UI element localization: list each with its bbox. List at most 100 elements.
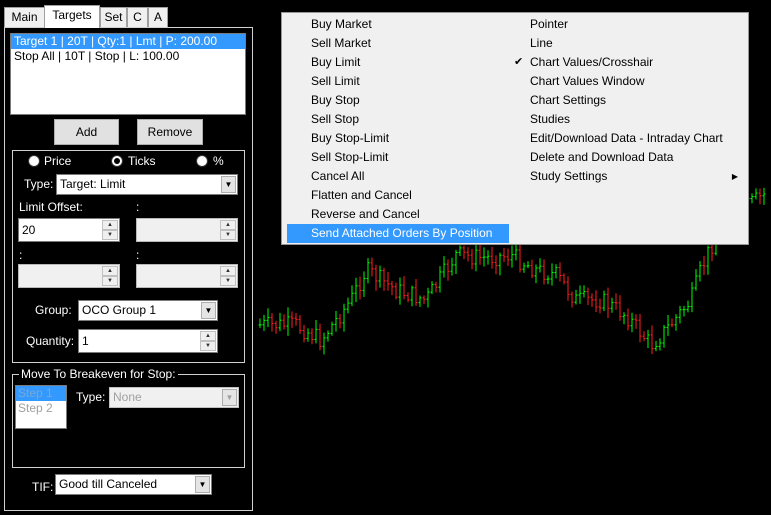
menu-item-study-settings[interactable]: Study Settings ▶ [506, 167, 746, 186]
quantity-value: 1 [82, 334, 89, 348]
price-bar [594, 290, 598, 313]
price-bar [486, 250, 490, 265]
price-bar [438, 266, 442, 293]
order-row-stop-all[interactable]: Stop All | 10T | Stop | L: 100.00 [11, 49, 245, 64]
colon-label-1: : [136, 200, 140, 214]
menu-item-buy-limit[interactable]: Buy Limit [287, 53, 507, 72]
menu-item-flatten-and-cancel[interactable]: Flatten and Cancel [287, 186, 507, 205]
menu-item-pointer[interactable]: Pointer [506, 15, 746, 34]
type-label: Type: [24, 177, 54, 191]
price-bar [702, 255, 706, 276]
price-bar [558, 262, 562, 282]
price-bar [682, 305, 686, 317]
price-bar [334, 310, 338, 332]
tab-set[interactable]: Set [100, 7, 127, 27]
price-bar [510, 245, 514, 268]
menu-item-buy-stop-limit[interactable]: Buy Stop-Limit [287, 129, 507, 148]
price-bar [534, 264, 538, 284]
price-bar [306, 328, 310, 342]
price-bar [590, 293, 594, 307]
menu-item-chart-settings[interactable]: Chart Settings [506, 91, 746, 110]
price-bar [586, 287, 590, 306]
menu-item-cancel-all[interactable]: Cancel All [287, 167, 507, 186]
price-bar [290, 311, 294, 328]
triangle-down-icon: ▼ [220, 276, 236, 286]
price-bar [466, 247, 470, 262]
tab-targets[interactable]: Targets [44, 5, 100, 28]
price-bar [530, 259, 534, 279]
price-bar [318, 323, 322, 351]
tif-value: Good till Canceled [59, 477, 158, 491]
price-bar [538, 258, 542, 273]
price-bar [402, 276, 406, 300]
price-bar [638, 314, 642, 343]
breakeven-type-label: Type: [76, 390, 106, 404]
price-bar [754, 188, 758, 200]
price-bar [278, 312, 282, 332]
breakeven-steps-list[interactable]: Step 1 Step 2 [15, 385, 67, 429]
group-select[interactable]: OCO Group 1 ▼ [78, 300, 218, 321]
menu-item-sell-market[interactable]: Sell Market [287, 34, 507, 53]
attached-orders-list[interactable]: Target 1 | 20T | Qty:1 | Lmt | P: 200.00… [10, 33, 246, 115]
menu-item-delete-and-download-data[interactable]: Delete and Download Data [506, 148, 746, 167]
order-type-select[interactable]: Target: Limit ▼ [56, 174, 238, 195]
menu-item-buy-stop[interactable]: Buy Stop [287, 91, 507, 110]
price-bar [578, 285, 582, 304]
remove-button[interactable]: Remove [137, 119, 203, 145]
limit-offset-spinner[interactable]: 20 ▲ ▼ [18, 218, 120, 242]
triangle-down-icon[interactable]: ▼ [200, 341, 216, 351]
price-bar [282, 314, 286, 330]
price-bar [386, 271, 390, 291]
triangle-up-icon: ▲ [220, 220, 236, 230]
trade-window-panel: Main Targets Set C A Target 1 | 20T | Qt… [0, 0, 255, 515]
tab-a[interactable]: A [148, 7, 168, 27]
price-bar [414, 279, 418, 306]
price-bar [622, 312, 626, 325]
price-bar [378, 265, 382, 288]
price-bar [358, 276, 362, 300]
price-bar [690, 282, 694, 313]
price-bar [514, 244, 518, 261]
triangle-down-icon[interactable]: ▼ [102, 230, 118, 240]
tab-c[interactable]: C [127, 7, 148, 27]
price-bar [554, 264, 558, 279]
menu-item-label: Delete and Download Data [530, 150, 674, 164]
quantity-stepper[interactable]: 1 ▲ ▼ [78, 329, 218, 353]
triangle-up-icon[interactable]: ▲ [200, 331, 216, 341]
order-row-target-1[interactable]: Target 1 | 20T | Qty:1 | Lmt | P: 200.00 [11, 34, 245, 49]
price-bar [458, 245, 462, 256]
menu-item-label: Line [530, 36, 553, 50]
menu-item-line[interactable]: Line [506, 34, 746, 53]
price-bar [518, 242, 522, 273]
price-radio[interactable] [28, 155, 40, 167]
limit-offset-label: Limit Offset: [19, 200, 83, 214]
ticks-radio[interactable] [111, 155, 123, 167]
price-bar [450, 257, 454, 276]
menu-item-reverse-and-cancel[interactable]: Reverse and Cancel [287, 205, 507, 224]
price-bar [286, 307, 290, 336]
triangle-up-icon[interactable]: ▲ [102, 220, 118, 230]
menu-item-buy-market[interactable]: Buy Market [287, 15, 507, 34]
price-bar [350, 285, 354, 307]
tif-select[interactable]: Good till Canceled ▼ [55, 474, 212, 495]
menu-item-sell-stop[interactable]: Sell Stop [287, 110, 507, 129]
step-2-item[interactable]: Step 2 [16, 401, 66, 416]
price-bar [550, 263, 554, 286]
group-label: Group: [35, 303, 72, 317]
price-bar [626, 308, 630, 331]
menu-item-send-attached-orders-by-position[interactable]: Send Attached Orders By Position [287, 224, 509, 243]
quaternary-offset-spinner: ▲ ▼ [136, 264, 238, 288]
chart-context-menu: Buy Market Sell Market Buy Limit Sell Limit… [281, 12, 749, 245]
menu-item-edit-download-data-intraday-chart[interactable]: Edit/Download Data - Intraday Chart [506, 129, 746, 148]
price-bar [442, 256, 446, 278]
menu-item-sell-limit[interactable]: Sell Limit [287, 72, 507, 91]
price-bar [446, 259, 450, 281]
menu-item-studies[interactable]: Studies [506, 110, 746, 129]
menu-item-chart-values-window[interactable]: Chart Values Window [506, 72, 746, 91]
add-button[interactable]: Add [54, 119, 119, 145]
menu-item-sell-stop-limit[interactable]: Sell Stop-Limit [287, 148, 507, 167]
tab-main[interactable]: Main [4, 7, 45, 27]
percent-radio[interactable] [196, 155, 208, 167]
menu-item-chart-values-crosshair[interactable]: Chart Values/Crosshair ✔ [506, 53, 746, 72]
step-1-item[interactable]: Step 1 [16, 386, 66, 401]
